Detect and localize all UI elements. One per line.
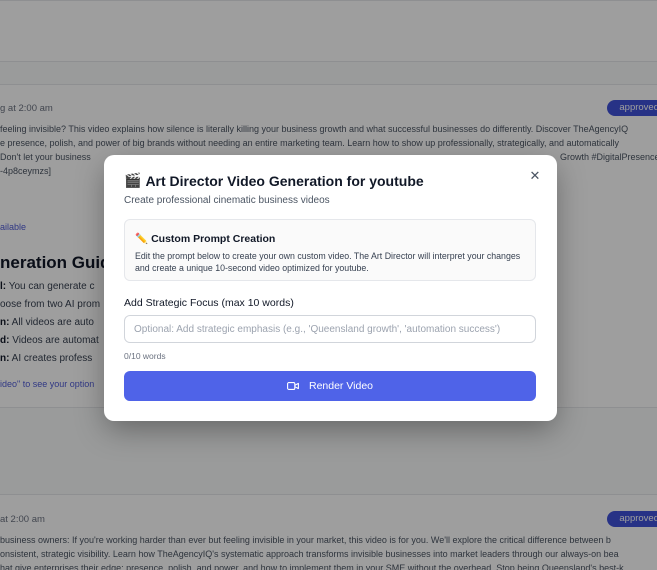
render-video-button[interactable]: Render Video <box>124 371 536 401</box>
info-description: Edit the prompt below to create your own… <box>135 251 521 273</box>
video-camera-icon <box>287 382 299 390</box>
clapperboard-icon: 🎬 <box>124 172 142 188</box>
dialog-title: 🎬 Art Director Video Generation for yout… <box>124 172 424 189</box>
dialog-subtitle: Create professional cinematic business v… <box>124 195 330 206</box>
video-generation-dialog: ✕ 🎬 Art Director Video Generation for yo… <box>106 157 555 419</box>
info-title: ✏️ Custom Prompt Creation <box>135 232 276 246</box>
info-title-text: Custom Prompt Creation <box>151 232 276 245</box>
custom-prompt-info-box: ✏️ Custom Prompt Creation Edit the promp… <box>124 219 536 281</box>
word-count: 0/10 words <box>124 351 166 361</box>
render-video-label: Render Video <box>308 380 374 392</box>
strategic-focus-input[interactable] <box>124 315 536 343</box>
strategic-focus-label: Add Strategic Focus (max 10 words) <box>124 297 294 309</box>
close-icon[interactable]: ✕ <box>528 169 542 183</box>
dialog-title-text: Art Director Video Generation for youtub… <box>145 172 424 189</box>
pencil-icon: ✏️ <box>135 233 149 245</box>
